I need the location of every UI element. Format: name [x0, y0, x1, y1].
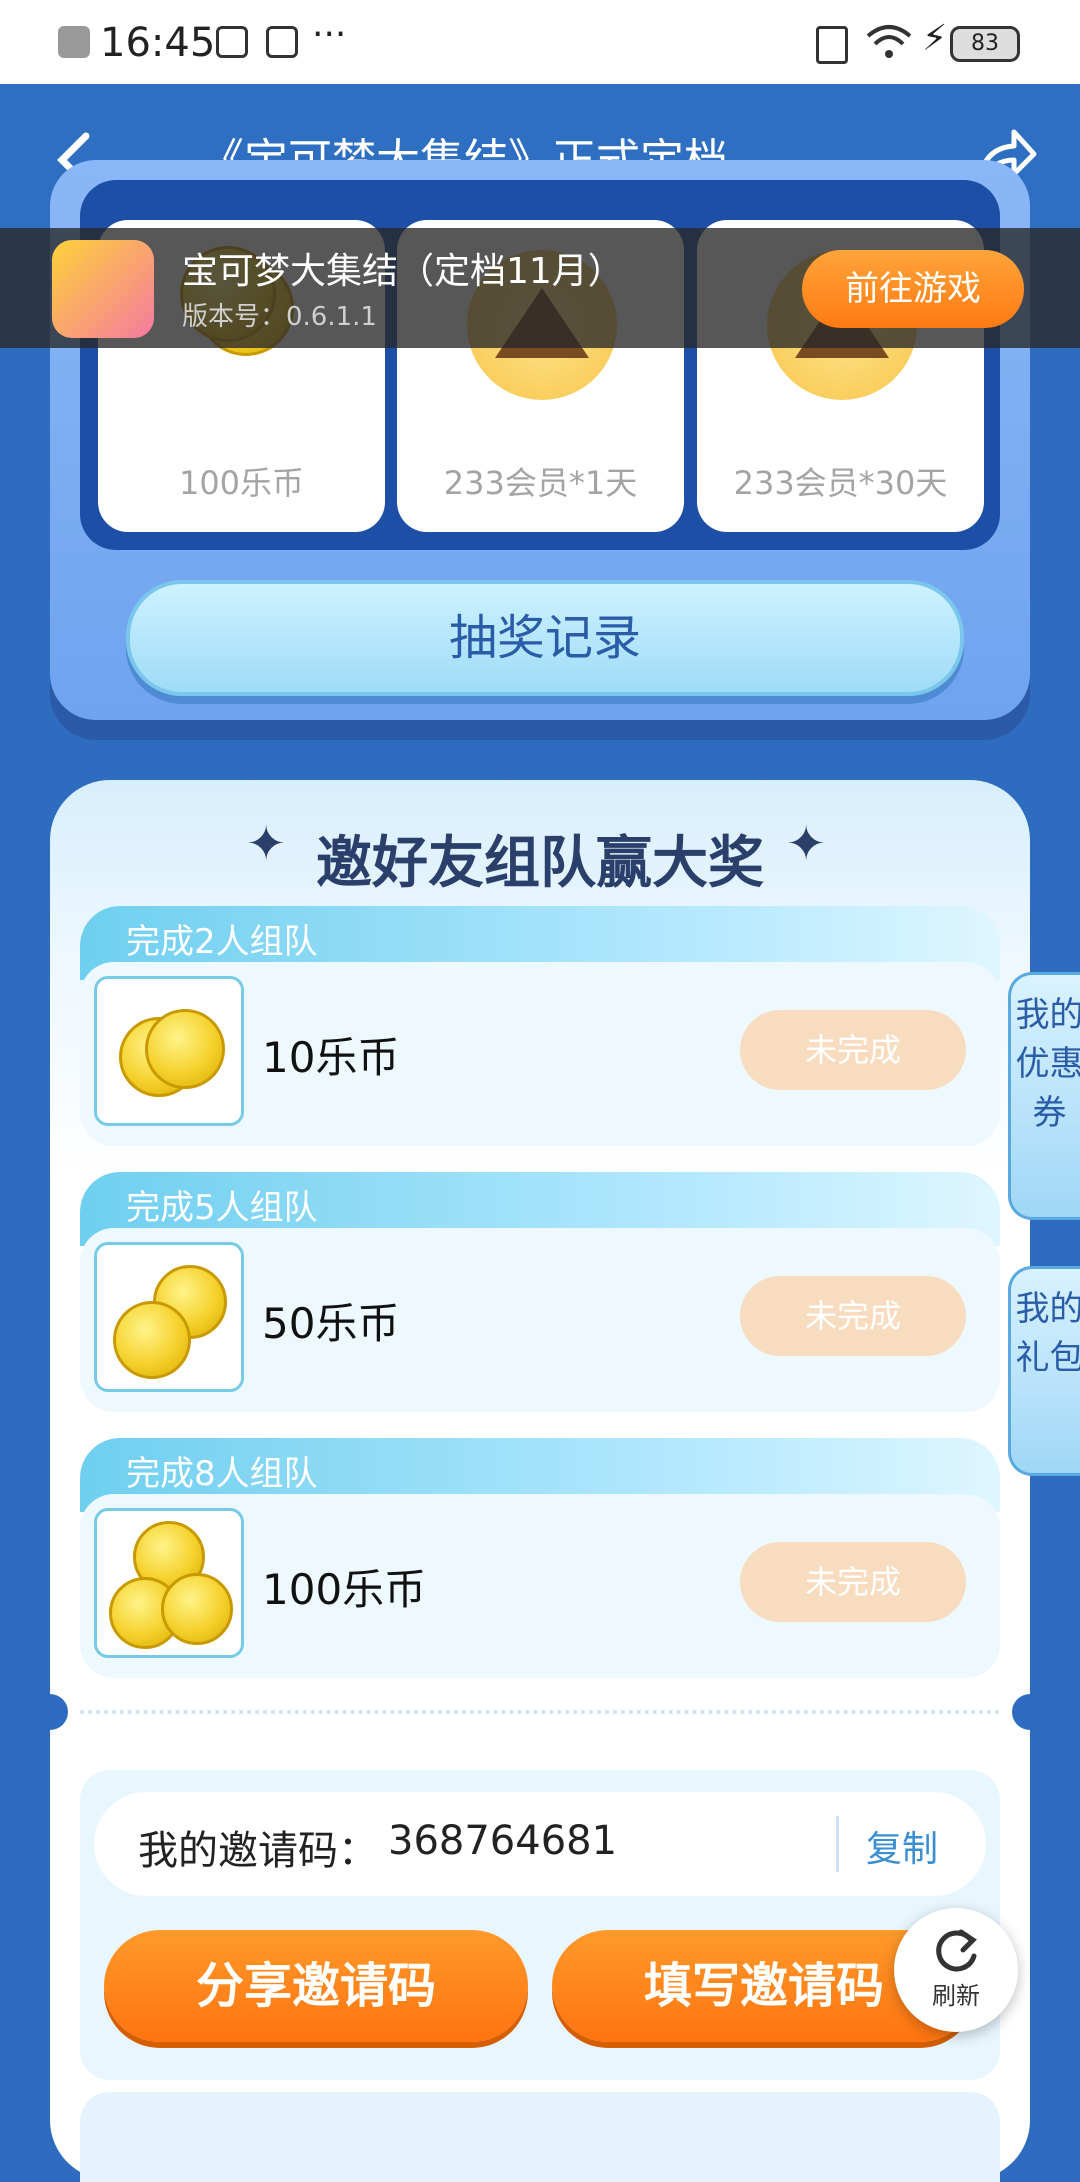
invite-code-label: 我的邀请码：	[138, 1828, 378, 1874]
wifi-icon	[866, 25, 912, 58]
my-gifts-tab[interactable]: 我的礼包	[1008, 1266, 1080, 1476]
invite-code-value: 368764681	[388, 1818, 618, 1864]
team-tier: 完成5人组队 50乐币 未完成	[80, 1172, 1000, 1412]
game-version: 版本号：0.6.1.1	[182, 302, 377, 332]
charging-icon: ⚡	[922, 18, 948, 59]
divider	[80, 1710, 1000, 1714]
coins-icon	[94, 1242, 244, 1392]
bus-icon	[216, 26, 248, 58]
share-invite-code-button[interactable]: 分享邀请码	[104, 1930, 528, 2042]
tier-title: 完成2人组队	[126, 922, 318, 962]
tier-reward: 100乐币	[262, 1565, 427, 1614]
copy-button[interactable]: 复制	[866, 1820, 938, 1872]
divider-notch	[1012, 1694, 1048, 1730]
invite-heading: 邀好友组队赢大奖	[316, 831, 764, 896]
my-coupons-tab[interactable]: 我的优惠券	[1008, 972, 1080, 1220]
draw-record-button[interactable]: 抽奖记录	[126, 580, 964, 696]
invite-code-panel: 我的邀请码： 368764681 复制 分享邀请码 填写邀请码	[80, 1770, 1000, 2080]
tier-reward: 10乐币	[262, 1033, 400, 1082]
invite-code-field: 我的邀请码： 368764681 复制	[94, 1792, 986, 1896]
game-logo	[52, 240, 154, 338]
team-tier: 完成8人组队 100乐币 未完成	[80, 1438, 1000, 1678]
notification-icon	[58, 26, 90, 58]
app-icon	[266, 26, 298, 58]
game-banner: 宝可梦大集结（定档11月） 版本号：0.6.1.1 前往游戏	[0, 228, 1080, 348]
coin-pile-icon	[94, 1508, 244, 1658]
sparkle-icon: ✦	[786, 816, 827, 872]
tier-status-button[interactable]: 未完成	[740, 1010, 966, 1090]
status-bar: 16:45 ··· ⚡ 83	[0, 0, 1080, 84]
vibrate-icon	[816, 26, 848, 64]
prize-label: 233会员*1天	[443, 464, 638, 502]
coin-icon	[94, 976, 244, 1126]
more-icon: ···	[312, 14, 347, 55]
game-name: 宝可梦大集结（定档11月）	[182, 251, 624, 292]
tier-status-button[interactable]: 未完成	[740, 1542, 966, 1622]
tier-title: 完成8人组队	[126, 1454, 318, 1494]
battery-icon: 83	[950, 26, 1020, 62]
go-to-game-button[interactable]: 前往游戏	[802, 250, 1024, 328]
prize-label: 233会员*30天	[733, 464, 948, 502]
field-divider	[836, 1816, 839, 1872]
divider-notch	[32, 1694, 68, 1730]
battery-level: 83	[971, 31, 999, 56]
refresh-icon	[936, 1929, 977, 1972]
prize-label: 100乐币	[178, 464, 305, 502]
status-time: 16:45	[100, 20, 216, 66]
tier-reward: 50乐币	[262, 1299, 400, 1348]
tier-status-button[interactable]: 未完成	[740, 1276, 966, 1356]
team-tier: 完成2人组队 10乐币 未完成	[80, 906, 1000, 1146]
refresh-label: 刷新	[932, 1982, 980, 2010]
tier-title: 完成5人组队	[126, 1188, 318, 1228]
invite-card: ✦ 邀好友组队赢大奖 ✦ 完成2人组队 10乐币 未完成 完成5人组队 50乐币…	[32, 780, 1048, 2182]
next-section	[80, 2092, 1000, 2182]
refresh-button[interactable]: 刷新	[894, 1908, 1018, 2032]
